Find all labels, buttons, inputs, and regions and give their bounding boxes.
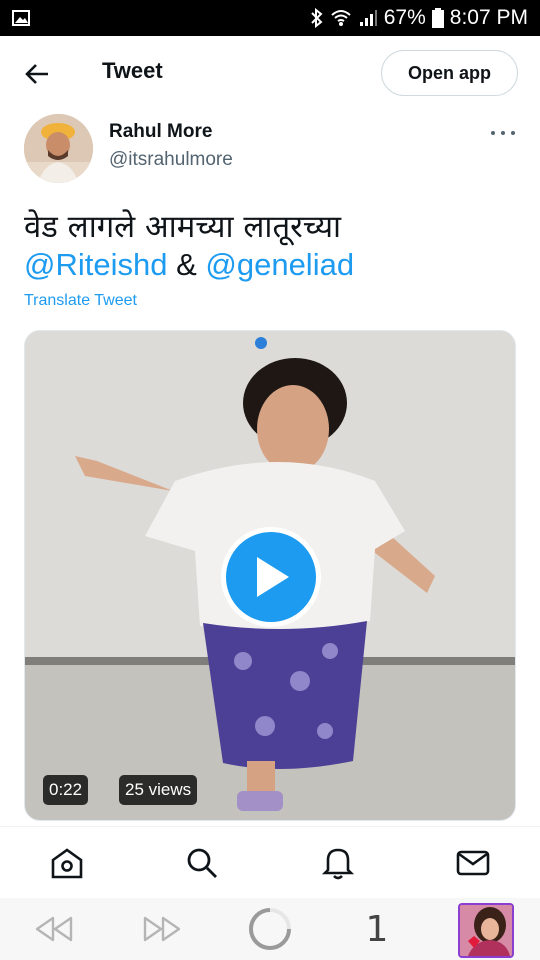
tweet-text-mentions: @Riteishd & @geneliad bbox=[24, 247, 354, 283]
page-title: Tweet bbox=[102, 58, 163, 83]
tab-count[interactable]: 1 bbox=[360, 906, 394, 952]
gallery-notification-icon bbox=[12, 9, 30, 27]
signal-icon bbox=[358, 9, 378, 27]
play-icon bbox=[257, 557, 289, 597]
open-app-button[interactable]: Open app bbox=[381, 50, 518, 96]
bluetooth-icon bbox=[310, 8, 324, 28]
bell-icon bbox=[322, 848, 354, 880]
reload-button[interactable] bbox=[246, 906, 294, 952]
wifi-icon bbox=[330, 9, 352, 27]
tab-messages[interactable] bbox=[455, 845, 491, 881]
arrow-left-icon bbox=[25, 64, 48, 84]
play-button[interactable] bbox=[221, 527, 321, 627]
avatar[interactable] bbox=[24, 114, 93, 183]
mention-link[interactable]: @Riteishd bbox=[24, 247, 167, 282]
profile-image-icon bbox=[460, 905, 512, 956]
home-icon bbox=[51, 848, 83, 879]
tweet-text: वेड लागले आमच्या लातूरच्या bbox=[24, 209, 342, 245]
tab-notifications[interactable] bbox=[320, 845, 356, 881]
author-handle[interactable]: @itsrahulmore bbox=[109, 149, 233, 171]
battery-icon bbox=[431, 8, 444, 28]
view-count: 25 views bbox=[119, 775, 198, 805]
tweet-header: Tweet Open app bbox=[0, 36, 540, 112]
more-dot-icon bbox=[491, 131, 495, 135]
more-dot-icon bbox=[511, 131, 515, 135]
more-options-button[interactable] bbox=[488, 124, 518, 142]
translate-tweet-link[interactable]: Translate Tweet bbox=[24, 292, 137, 310]
battery-percent: 67% bbox=[383, 6, 426, 29]
mention-link[interactable]: @geneliad bbox=[205, 247, 354, 282]
mail-icon bbox=[456, 850, 490, 876]
bottom-tab-bar bbox=[0, 826, 540, 898]
fast-forward-icon bbox=[143, 916, 181, 942]
browser-back-button[interactable] bbox=[32, 906, 76, 952]
profile-thumbnail[interactable] bbox=[458, 903, 514, 958]
mention-connector: & bbox=[167, 247, 206, 282]
video-duration: 0:22 bbox=[43, 775, 89, 805]
more-dot-icon bbox=[501, 131, 505, 135]
browser-forward-button[interactable] bbox=[140, 906, 184, 952]
loading-spinner-icon bbox=[249, 908, 291, 950]
clock-time: 8:07 PM bbox=[449, 6, 528, 29]
status-bar: 67% 8:07 PM bbox=[0, 0, 540, 36]
search-icon bbox=[187, 848, 217, 878]
tab-home[interactable] bbox=[49, 845, 85, 881]
video-player[interactable]: 0:22 25 views bbox=[24, 330, 516, 821]
back-button[interactable] bbox=[22, 60, 52, 88]
tab-search[interactable] bbox=[184, 845, 220, 881]
author-name[interactable]: Rahul More bbox=[109, 121, 212, 143]
rewind-icon bbox=[35, 916, 73, 942]
